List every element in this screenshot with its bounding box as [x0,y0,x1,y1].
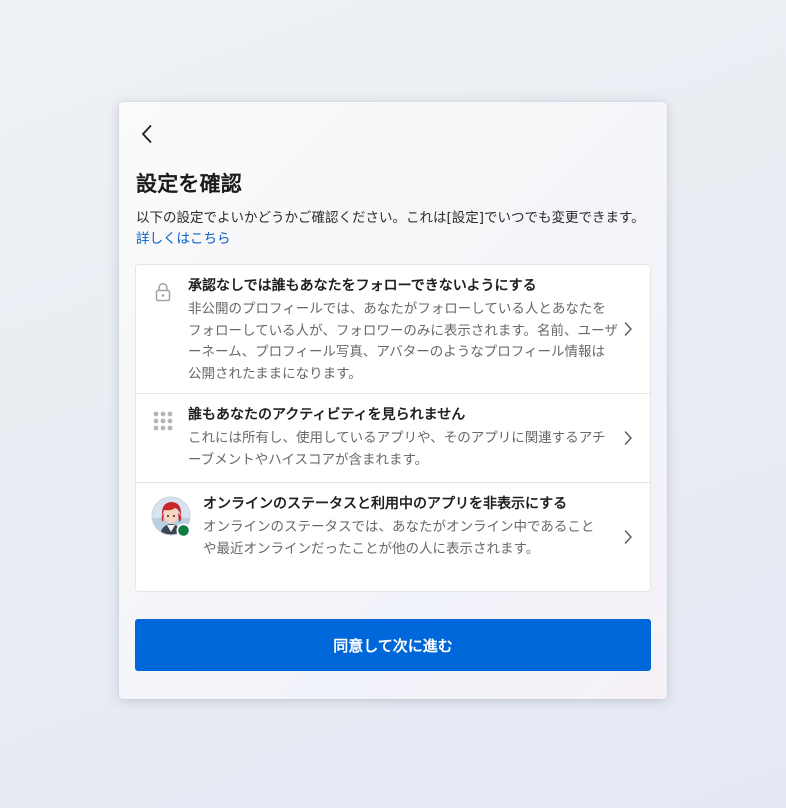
chevron-left-icon [142,125,152,143]
setting-item-text: 誰もあなたのアクティビティを見られません これには所有し、使用しているアプリや、… [188,405,618,471]
setting-item-text: 承認なしでは誰もあなたをフォローできないようにする 非公開のプロフィールでは、あ… [188,276,618,385]
confirm-settings-dialog: 設定を確認 以下の設定でよいかどうかご確認ください。これは[設定]でいつでも変更… [119,102,667,699]
chevron-right-icon [624,431,632,445]
settings-list: 承認なしでは誰もあなたをフォローできないようにする 非公開のプロフィールでは、あ… [135,264,651,592]
setting-item-description: これには所有し、使用しているアプリや、そのアプリに関連するアチーブメントやハイス… [188,430,606,468]
setting-item-description: 非公開のプロフィールでは、あなたがフォローしている人とあなたをフォローしている人… [188,301,618,382]
intro-body: 以下の設定でよいかどうかご確認ください。これは[設定]でいつでも変更できます。 [136,210,645,226]
setting-item-online-status[interactable]: オンラインのステータスと利用中のアプリを非表示にする オンラインのステータスでは… [136,483,650,591]
lock-icon [155,283,171,302]
setting-item-description: オンラインのステータスでは、あなたがオンライン中であることや最近オンラインだった… [203,519,595,557]
page-title: 設定を確認 [136,172,242,196]
agree-and-continue-button[interactable]: 同意して次に進む [135,619,651,671]
setting-item-text: オンラインのステータスと利用中のアプリを非表示にする オンラインのステータスでは… [203,494,605,560]
back-button[interactable] [133,120,161,148]
chevron-right-icon [624,322,632,336]
online-status-icon [176,523,191,538]
setting-item-private-profile[interactable]: 承認なしでは誰もあなたをフォローできないようにする 非公開のプロフィールでは、あ… [136,265,650,394]
setting-item-title: 誰もあなたのアクティビティを見られません [188,407,466,423]
chevron-right-icon [624,530,632,544]
setting-item-title: 承認なしでは誰もあなたをフォローできないようにする [188,278,537,294]
grid-icon [153,411,173,431]
setting-item-activity[interactable]: 誰もあなたのアクティビティを見られません これには所有し、使用しているアプリや、… [136,394,650,483]
setting-item-title: オンラインのステータスと利用中のアプリを非表示にする [203,496,568,512]
intro-text: 以下の設定でよいかどうかご確認ください。これは[設定]でいつでも変更できます。詳… [136,208,651,250]
learn-more-link[interactable]: 詳しくはこちら [136,231,231,247]
